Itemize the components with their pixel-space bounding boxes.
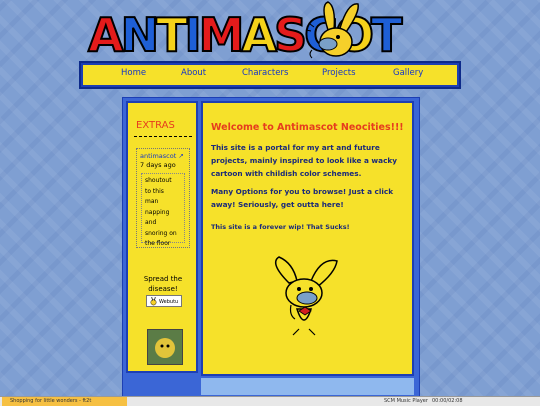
rabbit-icon — [150, 297, 157, 306]
status-line: napping — [145, 208, 170, 216]
spread-line-1: Spread the — [143, 275, 183, 283]
content-panel: Welcome to Antimascot Neocities!!! This … — [201, 101, 414, 376]
nav-projects[interactable]: Projects — [322, 68, 356, 78]
webutu-badge[interactable]: Webutu — [146, 295, 182, 307]
spread-text: Spread the disease! — [130, 274, 196, 294]
status-line: and — [145, 219, 157, 226]
webutu-label: Webutu — [159, 299, 179, 305]
rabbit-mascot-icon — [305, 1, 359, 59]
status-line: shoutout — [145, 177, 172, 184]
intro-paragraph: This site is a portal for my art and fut… — [211, 143, 398, 178]
link-icon: ↗ — [178, 152, 184, 160]
options-paragraph: Many Options for you to browse! Just a c… — [211, 187, 394, 209]
page-title: Welcome to Antimascot Neocities!!! — [211, 122, 404, 133]
status-line: snoring on — [145, 229, 177, 237]
status-line: to this — [145, 187, 164, 195]
nav-home[interactable]: Home — [121, 68, 146, 78]
nav-about[interactable]: About — [181, 68, 206, 78]
status-line: man — [145, 198, 159, 205]
main-nav: Home About Characters Projects Gallery — [81, 63, 459, 87]
status-widget: antimascot ↗ 7 days ago shoutout to this… — [136, 148, 190, 248]
sidebar: EXTRAS antimascot ↗ 7 days ago shoutout … — [126, 101, 198, 373]
sidebar-divider — [134, 136, 192, 137]
status-message: shoutout to this man napping and snoring… — [141, 173, 185, 247]
track-title: Shopping for little wonders - ft2t — [10, 398, 92, 404]
rabbit-mascot-icon — [274, 256, 338, 336]
status-author[interactable]: antimascot — [140, 152, 176, 160]
sidebar-title: EXTRAS — [136, 120, 175, 131]
sleeping-man-image[interactable] — [147, 329, 183, 365]
nav-characters[interactable]: Characters — [242, 68, 288, 78]
nav-gallery[interactable]: Gallery — [393, 68, 423, 78]
wip-paragraph: This site is a forever wip! That Sucks! — [211, 223, 350, 231]
spread-line-2: disease! — [148, 285, 178, 293]
photo-icon — [148, 330, 182, 364]
status-time: 7 days ago — [140, 161, 176, 169]
content-footer-strip — [201, 378, 414, 395]
status-line: the floor — [145, 240, 171, 247]
status-author-link[interactable]: antimascot ↗ — [140, 152, 184, 160]
